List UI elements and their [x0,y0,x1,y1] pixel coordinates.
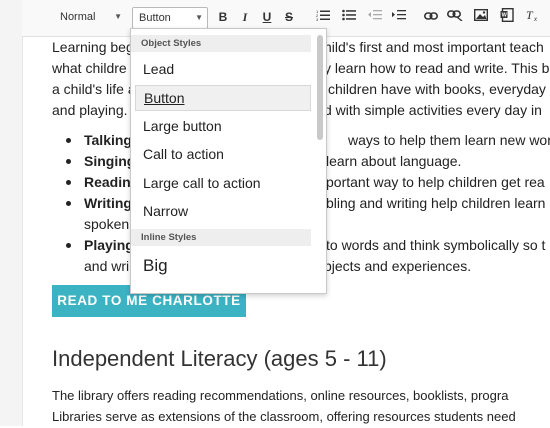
left-gutter [0,0,23,426]
strikethrough-button[interactable]: S [280,8,298,26]
list-item-text: spoken [84,216,130,232]
underline-button[interactable]: U [258,8,276,26]
bullet-list-icon[interactable] [340,8,358,26]
styles-dropdown: Object Styles Lead Button Large button C… [130,28,327,294]
list-item-text: bjects and experiences. [324,258,472,274]
style-select[interactable]: Button ▼ [132,7,208,29]
paragraph-line: what childre y learn how to read and writ… [52,60,550,76]
paragraph-line: a child's life a children have with books… [52,81,546,97]
list-item-text: to words and think symbolically so t [326,237,546,253]
image-icon[interactable] [472,8,490,26]
svg-text:3: 3 [316,17,319,21]
style-option-call-to-action[interactable]: Call to action [135,141,311,167]
style-option-button[interactable]: Button [135,85,311,111]
style-option-large-button[interactable]: Large button [135,113,311,139]
group-header-object-styles: Object Styles [131,35,311,52]
paragraph-line: Libraries serve as extensions of the cla… [52,409,516,424]
bullet-dot [66,243,71,248]
link-icon[interactable] [422,8,440,26]
italic-button[interactable]: I [236,8,254,26]
style-option-lead[interactable]: Lead [135,56,311,82]
bullet-dot [66,159,71,164]
list-item-text: and wri [84,258,130,274]
style-option-large-call-to-action[interactable]: Large call to action [135,170,311,196]
style-select-value: Button [139,12,171,24]
style-option-narrow[interactable]: Narrow [135,198,311,224]
dropdown-scrollbar[interactable] [317,35,323,140]
outdent-icon[interactable] [366,8,384,26]
bullet-dot [66,201,71,206]
indent-icon[interactable] [390,8,408,26]
bullet-dot [66,180,71,185]
embed-media-icon[interactable]: W [498,7,516,26]
svg-text:T: T [526,8,534,22]
bold-button[interactable]: B [214,8,232,26]
chevron-down-icon: ▼ [114,12,122,21]
paragraph-line: The library offers reading recommendatio… [52,388,509,403]
svg-text:x: x [533,17,538,22]
list-item-term: Singing [84,153,136,169]
style-option-big[interactable]: Big [135,253,311,279]
list-item-text: bling and writing help children learn [326,195,546,211]
unlink-icon[interactable] [446,8,464,26]
list-item-term: Writing [84,195,132,211]
format-select-value: Normal [60,11,96,23]
list-item-term: Talking [84,132,132,148]
paragraph-line: Learning beg hild's first and most import… [52,39,544,55]
list-item-text: portant way to help children get rea [326,174,545,190]
section-heading: Independent Literacy (ages 5 - 11) [52,346,387,371]
bullet-dot [66,138,71,143]
clear-format-icon[interactable]: Tx [524,8,542,26]
ordered-list-icon[interactable]: 123 [314,8,332,26]
list-item-term: Readin [84,174,131,190]
list-item-text: ways to help them learn new words [348,132,550,148]
group-header-inline-styles: Inline Styles [131,229,311,246]
svg-text:W: W [502,13,508,19]
list-item-term: Playing [84,237,134,253]
list-item-text: learn about language. [326,153,462,169]
chevron-down-icon: ▼ [195,13,203,22]
paragraph-line: and playing. d with simple activities eve… [52,102,542,118]
format-select[interactable]: Normal ▼ [56,7,126,27]
